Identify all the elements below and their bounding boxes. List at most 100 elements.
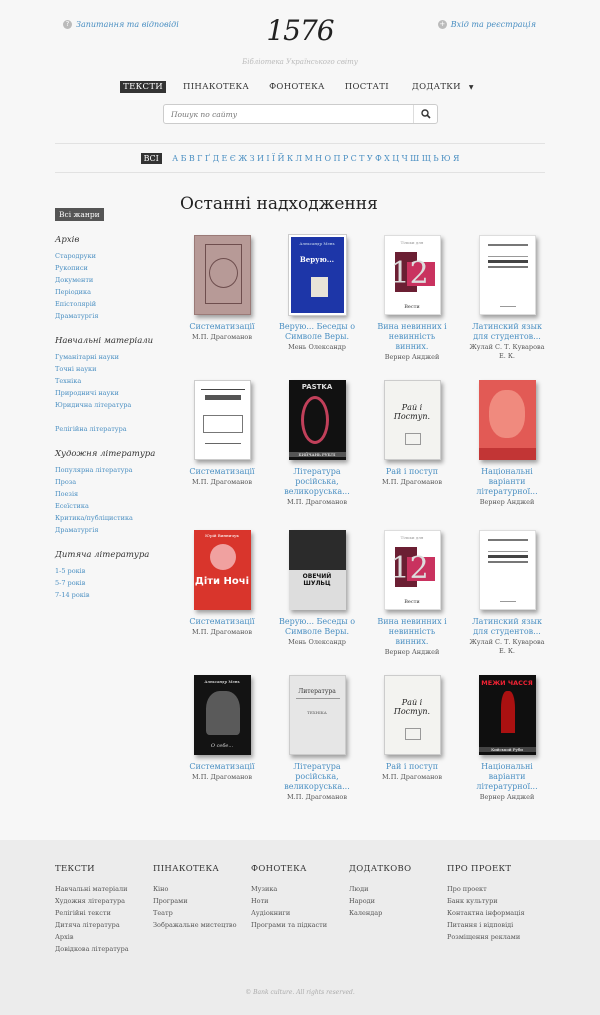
alphabet-letter[interactable]: Ю [441, 154, 451, 163]
alphabet-letter[interactable]: Ч [402, 154, 408, 163]
book-cover[interactable] [193, 380, 251, 460]
alphabet-letter[interactable]: А [172, 154, 178, 163]
footer-link[interactable]: Розміщення реклами [447, 931, 542, 943]
book-title[interactable]: Література російська, великоруська... [277, 467, 357, 497]
footer-heading[interactable]: ПІНАКОТЕКА [153, 864, 248, 874]
genre-link[interactable]: Рукописи [55, 262, 175, 274]
genre-link[interactable]: Драматургія [55, 524, 175, 536]
alphabet-letter[interactable]: М [305, 154, 313, 163]
alphabet-letter[interactable]: Б [181, 154, 187, 163]
nav-item-extras[interactable]: ДОДАТКИ ▼ [406, 81, 480, 93]
genre-link[interactable]: Популярна література [55, 464, 175, 476]
footer-link[interactable]: Календар [349, 907, 444, 919]
alphabet-letter[interactable]: Н [315, 154, 322, 163]
footer-link[interactable]: Музика [251, 883, 346, 895]
genre-link[interactable]: Проза [55, 476, 175, 488]
footer-link[interactable]: Художня література [55, 895, 150, 907]
genre-link[interactable]: Релігійна література [55, 423, 175, 435]
genre-category-title[interactable]: Художня література [55, 449, 175, 459]
book-title[interactable]: Систематизації [182, 322, 262, 332]
book-cover[interactable]: Тільки для 12 Вести [383, 530, 441, 610]
book-cover[interactable]: Юрій Винничук Діти Ночі [193, 530, 251, 610]
genre-link[interactable]: Поезія [55, 488, 175, 500]
footer-heading[interactable]: ТЕКСТИ [55, 864, 150, 874]
book-cover[interactable] [478, 530, 536, 610]
footer-link[interactable]: Контактна інформація [447, 907, 542, 919]
book-cover[interactable]: Рай і Поступ. [383, 675, 441, 755]
book-title[interactable]: Латинский язык для студентов... [467, 617, 547, 637]
footer-link[interactable]: Довідкова література [55, 943, 150, 955]
footer-heading[interactable]: ПРО ПРОЕКТ [447, 864, 542, 874]
book-title[interactable]: Рай і поступ [372, 467, 452, 477]
footer-link[interactable]: Ноти [251, 895, 346, 907]
footer-link[interactable]: Зображальне мистецтво [153, 919, 248, 931]
book-title[interactable]: Вина невинних і невинність винних. [372, 617, 452, 647]
genre-link[interactable]: Документи [55, 274, 175, 286]
genre-link[interactable]: Юридична література [55, 399, 175, 411]
alphabet-letter[interactable]: І [266, 154, 269, 163]
all-genres-button[interactable]: Всі жанри [55, 208, 104, 221]
book-cover[interactable]: PASTKA БИЙЧАНЬ РУБЛІ [288, 380, 346, 460]
footer-link[interactable]: Банк культури [447, 895, 542, 907]
footer-link[interactable]: Про проект [447, 883, 542, 895]
alphabet-letter[interactable]: Й [278, 154, 285, 163]
footer-link[interactable]: Дитяча література [55, 919, 150, 931]
genre-link[interactable]: Гуманітарні науки [55, 351, 175, 363]
alphabet-letter[interactable]: В [189, 154, 195, 163]
alphabet-all[interactable]: ВСІ [140, 152, 162, 164]
genre-link[interactable]: 5-7 років [55, 577, 175, 589]
footer-link[interactable]: Кіно [153, 883, 248, 895]
book-title[interactable]: Систематизації [182, 467, 262, 477]
book-title[interactable]: Література російська, великоруська... [277, 762, 357, 792]
alphabet-letter[interactable]: З [250, 154, 255, 163]
alphabet-letter[interactable]: П [334, 154, 341, 163]
footer-link[interactable]: Архів [55, 931, 150, 943]
book-cover[interactable] [478, 235, 536, 315]
alphabet-letter[interactable]: Я [453, 154, 459, 163]
alphabet-letter[interactable]: Ь [433, 154, 438, 163]
footer-link[interactable]: Питання і відповіді [447, 919, 542, 931]
book-cover[interactable]: Литература ТЕХНІКА [288, 675, 346, 755]
footer-link[interactable]: Народи [349, 895, 444, 907]
alphabet-letter[interactable]: Ф [375, 154, 382, 163]
nav-item-persons[interactable]: ПОСТАТІ [342, 81, 392, 93]
genre-link[interactable]: Природничі науки [55, 387, 175, 399]
genre-link[interactable]: Техніка [55, 375, 175, 387]
search-button[interactable] [413, 105, 437, 123]
genre-link[interactable]: Періодика [55, 286, 175, 298]
footer-link[interactable]: Релігійні тексти [55, 907, 150, 919]
genre-link[interactable]: Стародруки [55, 250, 175, 262]
genre-link[interactable]: Точні науки [55, 363, 175, 375]
book-title[interactable]: Національні варіанти літературної... [467, 467, 547, 497]
alphabet-letter[interactable]: Є [230, 154, 236, 163]
footer-heading[interactable]: ФОНОТЕКА [251, 864, 346, 874]
genre-link[interactable]: Драматургія [55, 310, 175, 322]
genre-link[interactable]: 7-14 років [55, 589, 175, 601]
footer-link[interactable]: Люди [349, 883, 444, 895]
book-cover[interactable]: Александр Мень О себе... [193, 675, 251, 755]
site-logo[interactable]: 1576 [0, 14, 600, 47]
book-cover[interactable]: ОВЕЧИЙ ШУЛЬЦ [288, 530, 346, 610]
search-input[interactable] [164, 105, 413, 123]
alphabet-letter[interactable]: Д [213, 154, 220, 163]
alphabet-letter[interactable]: Ш [410, 154, 419, 163]
book-cover[interactable]: Тільки для 12 Вести [383, 235, 441, 315]
genre-category-title[interactable]: Архів [55, 235, 175, 245]
alphabet-letter[interactable]: Ї [272, 154, 275, 163]
alphabet-letter[interactable]: Л [296, 154, 303, 163]
genre-link[interactable]: 1-5 років [55, 565, 175, 577]
genre-link[interactable]: Критика/публіцистика [55, 512, 175, 524]
book-title[interactable]: Систематизації [182, 617, 262, 627]
footer-link[interactable]: Програми [153, 895, 248, 907]
nav-item-texts[interactable]: ТЕКСТИ [120, 81, 167, 93]
book-cover[interactable]: Александр Мень Верую... [287, 234, 347, 316]
book-cover[interactable] [193, 235, 251, 315]
book-title[interactable]: Систематизації [182, 762, 262, 772]
alphabet-letter[interactable]: У [367, 154, 373, 163]
nav-item-fonoteka[interactable]: ФОНОТЕКА [266, 81, 328, 93]
book-title[interactable]: Верую... Беседы о Символе Веры. [277, 322, 357, 342]
genre-link[interactable]: Есеїстика [55, 500, 175, 512]
book-title[interactable]: Верую... Беседы о Символе Веры. [277, 617, 357, 637]
alphabet-letter[interactable]: К [287, 154, 293, 163]
genre-category-title[interactable]: Навчальні матеріали [55, 336, 175, 346]
